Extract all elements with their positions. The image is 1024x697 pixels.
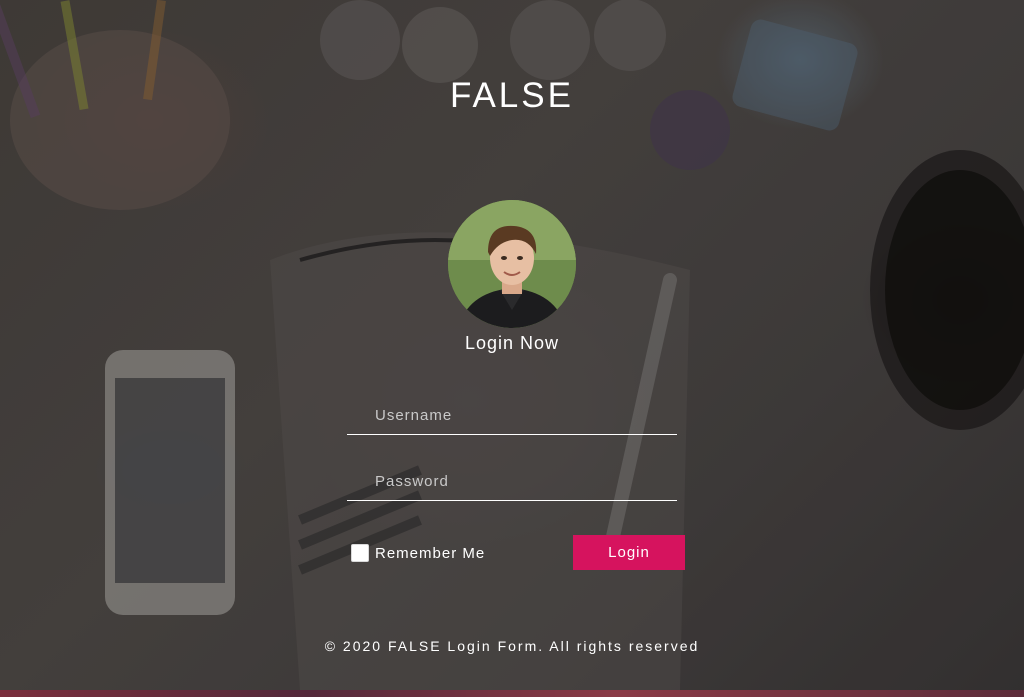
username-field-wrapper <box>347 400 677 435</box>
app-title: FALSE <box>450 76 574 115</box>
avatar-portrait <box>448 200 576 328</box>
bottom-edge-strip <box>0 690 1024 697</box>
password-input[interactable] <box>375 466 677 496</box>
user-avatar <box>448 200 576 328</box>
remember-me-label: Remember Me <box>375 544 486 562</box>
remember-me[interactable]: Remember Me <box>351 543 485 563</box>
login-heading: Login Now <box>464 333 560 353</box>
password-field-wrapper <box>347 466 677 501</box>
login-button[interactable]: Login <box>573 535 685 570</box>
username-input[interactable] <box>375 400 677 430</box>
footer-copyright: © 2020 FALSE Login Form. All rights rese… <box>324 638 700 654</box>
remember-me-checkbox[interactable] <box>351 544 369 562</box>
